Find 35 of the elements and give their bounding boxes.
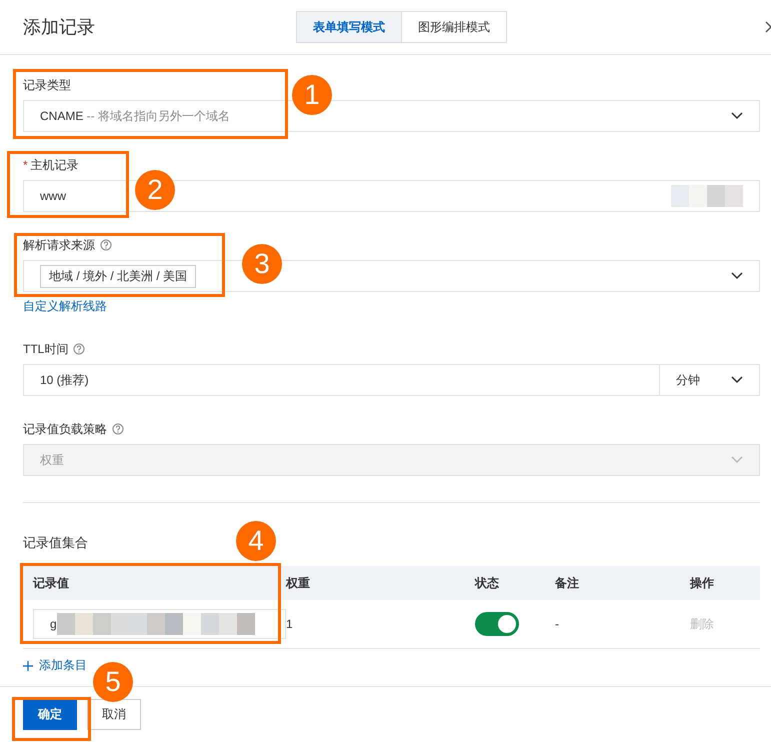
unit-select[interactable]: 分钟 bbox=[660, 364, 760, 396]
table-cell: - bbox=[555, 617, 559, 631]
field-label: 记录类型 bbox=[23, 76, 71, 94]
step-number-badge: 4 bbox=[236, 521, 276, 561]
region-tag[interactable]: 地域 / 境外 / 北美洲 / 美国 bbox=[40, 264, 196, 288]
step-number-badge: 2 bbox=[135, 170, 175, 210]
confirm-button[interactable]: 确定 bbox=[23, 699, 77, 730]
field-label: 记录值负载策略 bbox=[23, 420, 107, 438]
add-item-link[interactable]: 添加条目 bbox=[23, 657, 87, 674]
field-label: 解析请求来源 bbox=[23, 236, 95, 254]
step-number-badge: 3 bbox=[242, 244, 282, 284]
plus-icon bbox=[23, 660, 33, 670]
chevron-down-icon bbox=[731, 272, 743, 280]
dialog-title: 添加记录 bbox=[23, 16, 96, 39]
input-field[interactable]: g bbox=[33, 609, 286, 639]
column-header: 权重 bbox=[286, 576, 310, 590]
column-header: 操作 bbox=[690, 576, 714, 590]
column-header: 状态 bbox=[475, 576, 499, 590]
column-header: 记录值 bbox=[33, 576, 69, 590]
field-label: 主机记录 bbox=[30, 156, 79, 174]
cancel-button[interactable]: 取消 bbox=[87, 699, 141, 730]
required-mark: * bbox=[23, 158, 28, 172]
step-number-badge: 5 bbox=[93, 662, 133, 702]
table-cell: 1 bbox=[286, 617, 293, 631]
step-number-badge: 1 bbox=[292, 75, 332, 115]
chevron-down-icon bbox=[731, 112, 743, 120]
field-label: TTL时间 bbox=[23, 340, 68, 358]
column-header: 备注 bbox=[555, 576, 579, 590]
mode-tab[interactable]: 表单填写模式 bbox=[297, 12, 401, 42]
toggle-switch[interactable] bbox=[475, 612, 519, 636]
input-field[interactable]: 10 (推荐) bbox=[23, 364, 660, 396]
chevron-down-icon bbox=[731, 456, 743, 464]
section-title: 记录值集合 bbox=[23, 534, 88, 549]
custom-line-link[interactable]: 自定义解析线路 bbox=[23, 298, 107, 315]
chevron-down-icon bbox=[731, 376, 743, 384]
